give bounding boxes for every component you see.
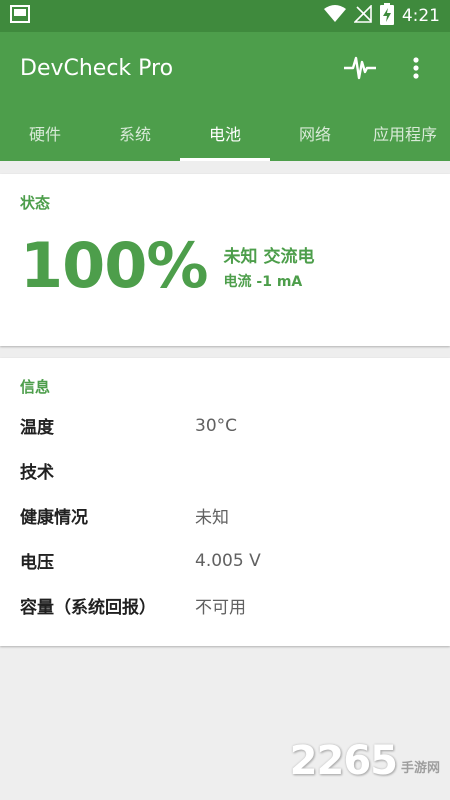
- info-row-capacity: 容量（系统回报） 不可用: [20, 583, 430, 628]
- info-label: 电压: [20, 553, 54, 573]
- watermark-number: 2265: [289, 738, 398, 784]
- app-title: DevCheck Pro: [20, 55, 174, 81]
- info-row-health: 健康情况 未知: [20, 493, 430, 538]
- battery-state: 未知 交流电: [223, 246, 315, 267]
- tab-system[interactable]: 系统: [90, 104, 180, 161]
- status-section-title: 状态: [20, 194, 51, 212]
- wifi-icon: [323, 5, 346, 27]
- info-row-technology: 技术: [20, 448, 430, 493]
- info-section-title: 信息: [20, 378, 51, 396]
- info-label: 健康情况: [20, 508, 88, 528]
- info-value: 30°C: [195, 415, 238, 436]
- tab-battery[interactable]: 电池: [180, 104, 270, 161]
- battery-current: 电流 -1 mA: [223, 273, 303, 290]
- info-value: 不可用: [195, 598, 246, 618]
- status-card: 状态 100% 未知 交流电 电流 -1 mA: [0, 174, 450, 346]
- info-label: 温度: [20, 418, 54, 438]
- tab-bar: 硬件 系统 电池 网络 应用程序: [0, 104, 450, 161]
- gallery-icon: [10, 5, 30, 27]
- info-card: 信息 温度 30°C 技术 健康情况 未知 电压 4.005 V 容量（系统回报…: [0, 358, 450, 646]
- status-time: 4:21: [401, 6, 440, 26]
- battery-level: 100%: [20, 229, 209, 302]
- pulse-icon[interactable]: [342, 50, 378, 86]
- watermark: 2265 手游网: [290, 738, 440, 784]
- info-row-temperature: 温度 30°C: [20, 403, 430, 448]
- status-bar: 4:21: [0, 0, 450, 32]
- info-row-voltage: 电压 4.005 V: [20, 538, 430, 583]
- tab-network[interactable]: 网络: [270, 104, 360, 161]
- no-signal-icon: [352, 4, 372, 27]
- more-vert-icon[interactable]: [398, 50, 434, 86]
- info-value: 未知: [195, 508, 229, 528]
- info-label: 容量（系统回报）: [20, 598, 156, 618]
- info-value: 4.005 V: [195, 550, 261, 571]
- battery-charging-icon: [379, 3, 394, 29]
- info-label: 技术: [20, 463, 54, 483]
- watermark-text: 手游网: [400, 761, 440, 776]
- tab-hardware[interactable]: 硬件: [0, 104, 90, 161]
- tab-apps[interactable]: 应用程序: [360, 104, 450, 161]
- app-bar: DevCheck Pro: [0, 32, 450, 104]
